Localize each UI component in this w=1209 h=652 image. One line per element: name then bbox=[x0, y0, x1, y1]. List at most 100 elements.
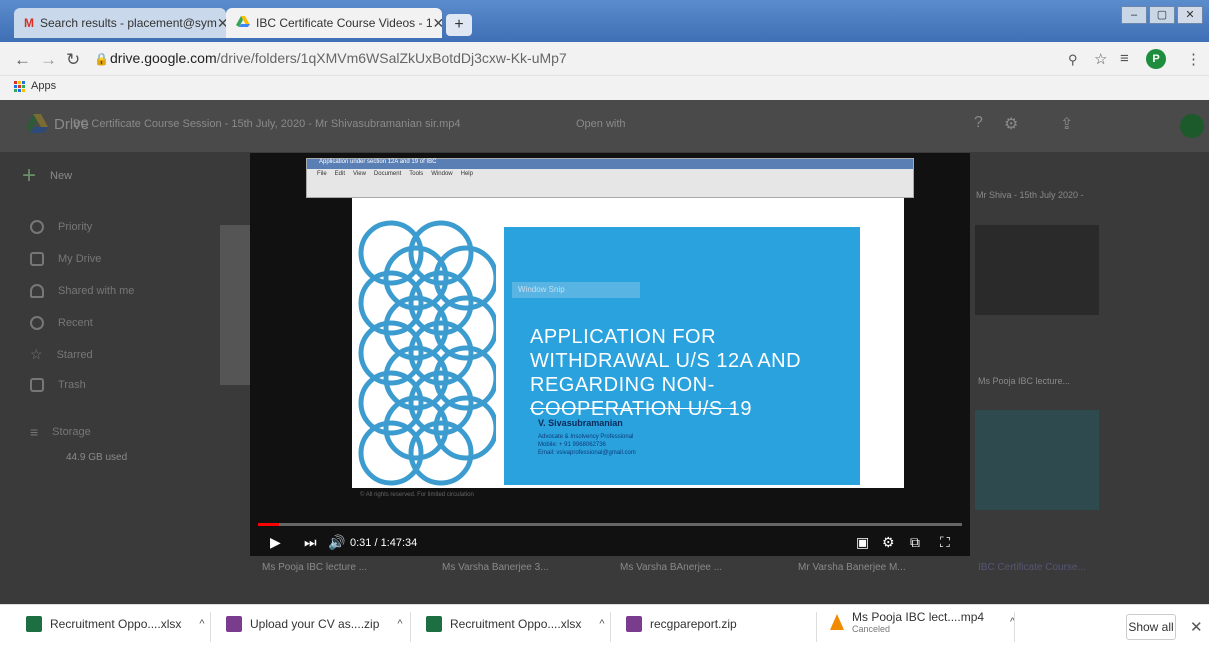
zip-icon bbox=[226, 616, 242, 632]
profile-avatar[interactable]: P bbox=[1146, 49, 1166, 69]
maximize-icon[interactable]: ▢ bbox=[1149, 6, 1175, 24]
help-icon[interactable]: ? bbox=[974, 114, 983, 132]
window-snip-label: Window Snip bbox=[512, 282, 640, 298]
video-progress-bar[interactable] bbox=[258, 523, 962, 526]
reading-list-icon[interactable]: ≡ bbox=[1120, 50, 1129, 67]
preview-file-title: IBC Certificate Course Session - 15th Ju… bbox=[70, 118, 461, 130]
file-thumbnail[interactable] bbox=[220, 225, 252, 385]
close-icon[interactable]: ✕ bbox=[217, 15, 226, 32]
file-label: Mr Varsha Banerjee M... bbox=[798, 562, 906, 573]
chevron-up-icon[interactable]: ^ bbox=[397, 618, 402, 630]
my-drive-icon bbox=[30, 252, 44, 266]
progress-fill bbox=[258, 523, 280, 526]
minimize-icon[interactable]: – bbox=[1121, 6, 1147, 24]
new-tab-button[interactable]: + bbox=[446, 14, 472, 36]
lock-icon: 🔒 bbox=[94, 52, 109, 66]
excel-icon bbox=[426, 616, 442, 632]
new-button[interactable]: + New bbox=[22, 162, 72, 190]
sidebar-item-my-drive[interactable]: My Drive bbox=[30, 252, 101, 266]
tab-drive[interactable]: IBC Certificate Course Videos - 1 ✕ bbox=[226, 8, 442, 38]
tab-title: IBC Certificate Course Videos - 1 bbox=[256, 16, 433, 30]
reload-icon[interactable]: ↻ bbox=[66, 50, 80, 70]
slide-role: Advocate & Insolvency Professional bbox=[538, 434, 634, 440]
close-downloads-icon[interactable]: ✕ bbox=[1190, 618, 1203, 636]
apps-label: Apps bbox=[31, 80, 57, 92]
account-avatar[interactable] bbox=[1180, 114, 1204, 138]
storage-used: 44.9 GB used bbox=[66, 452, 128, 463]
sidebar-item-storage[interactable]: ≡ Storage bbox=[30, 424, 91, 440]
menu-item: Help bbox=[460, 171, 473, 177]
next-icon[interactable]: ⏭ bbox=[304, 534, 317, 551]
download-item[interactable]: Ms Pooja IBC lect....mp4 Canceled ^ bbox=[830, 610, 1015, 634]
pdf-menu: File Edit View Document Tools Window Hel… bbox=[307, 169, 913, 179]
chevron-up-icon[interactable]: ^ bbox=[599, 618, 604, 630]
pdf-viewer-toolbar: Application under section 12A and 19 of … bbox=[306, 158, 914, 198]
menu-item: View bbox=[353, 171, 366, 177]
sidebar-item-starred[interactable]: ☆ Starred bbox=[30, 346, 93, 363]
sidebar-label: Starred bbox=[56, 348, 93, 361]
menu-icon[interactable]: ⋮ bbox=[1186, 50, 1201, 68]
menu-item: Tools bbox=[409, 171, 424, 177]
priority-icon bbox=[30, 220, 44, 234]
file-label: Ms Pooja IBC lecture ... bbox=[262, 562, 368, 573]
zoom-icon[interactable]: ⚲ bbox=[1068, 52, 1078, 68]
forward-icon[interactable]: → bbox=[40, 50, 57, 70]
close-window-icon[interactable]: ✕ bbox=[1177, 6, 1203, 24]
download-item[interactable]: Upload your CV as....zip ^ bbox=[226, 616, 403, 632]
sidebar-item-priority[interactable]: Priority bbox=[30, 220, 92, 234]
download-name: Recruitment Oppo....xlsx bbox=[50, 617, 182, 631]
download-text: Ms Pooja IBC lect....mp4 Canceled bbox=[852, 610, 984, 634]
sidebar-label: Storage bbox=[52, 426, 91, 438]
file-thumbnail[interactable] bbox=[975, 410, 1099, 510]
download-item[interactable]: Recruitment Oppo....xlsx ^ bbox=[426, 616, 605, 632]
gmail-icon: M bbox=[24, 16, 34, 30]
sidebar-item-trash[interactable]: Trash bbox=[30, 378, 86, 392]
sidebar-item-shared[interactable]: Shared with me bbox=[30, 284, 134, 298]
sidebar-item-recent[interactable]: Recent bbox=[30, 316, 93, 330]
sidebar-label: Shared with me bbox=[58, 285, 135, 297]
divider bbox=[410, 612, 411, 642]
pattern-graphic bbox=[358, 220, 496, 486]
time-display: 0:31 / 1:47:34 bbox=[350, 537, 418, 549]
menu-item: File bbox=[317, 171, 327, 177]
download-item[interactable]: recgpareport.zip ^ bbox=[626, 616, 840, 632]
excel-icon bbox=[26, 616, 42, 632]
add-to-drive-icon[interactable]: ⇪ bbox=[1060, 114, 1073, 134]
plus-icon: + bbox=[22, 162, 37, 189]
apps-bookmark[interactable]: Apps bbox=[14, 80, 56, 92]
close-icon[interactable]: ✕ bbox=[433, 15, 442, 32]
volume-icon[interactable]: 🔊 bbox=[328, 534, 345, 551]
zip-icon bbox=[626, 616, 642, 632]
drive-logo-icon bbox=[26, 114, 48, 134]
file-thumbnail[interactable] bbox=[975, 225, 1099, 315]
address-bar[interactable]: drive.google.com/drive/folders/1qXMVm6WS… bbox=[110, 50, 567, 66]
star-icon[interactable]: ☆ bbox=[1094, 50, 1107, 68]
play-icon[interactable]: ▶ bbox=[270, 534, 281, 551]
url-path: /drive/folders/1qXMVm6WSalZkUxBotdDj3cxw… bbox=[216, 50, 567, 66]
divider bbox=[1014, 612, 1015, 642]
chevron-up-icon[interactable]: ^ bbox=[199, 618, 204, 630]
open-with-button[interactable]: Open with bbox=[576, 118, 626, 130]
storage-icon: ≡ bbox=[30, 424, 39, 440]
show-all-button[interactable]: Show all bbox=[1126, 614, 1176, 640]
menu-item: Document bbox=[373, 171, 402, 177]
duration: 1:47:34 bbox=[380, 537, 418, 549]
divider bbox=[610, 612, 611, 642]
bookmarks-bar bbox=[0, 76, 1209, 100]
download-name: Ms Pooja IBC lect....mp4 bbox=[852, 610, 985, 624]
tab-gmail[interactable]: M Search results - placement@sym ✕ bbox=[14, 8, 226, 38]
download-item[interactable]: Recruitment Oppo....xlsx ^ bbox=[26, 616, 205, 632]
back-icon[interactable]: ← bbox=[14, 50, 31, 70]
vlc-icon bbox=[830, 614, 844, 630]
slide-email: Email: vsivaprofessional@gmail.com bbox=[538, 450, 636, 456]
settings-icon[interactable]: ⚙ bbox=[1004, 114, 1018, 134]
apps-grid-icon bbox=[14, 80, 25, 92]
clock-icon bbox=[30, 316, 44, 330]
divider bbox=[210, 612, 211, 642]
fullscreen-icon[interactable]: ⛶ bbox=[940, 534, 950, 551]
captions-icon[interactable]: ▣ bbox=[856, 534, 869, 551]
settings-icon[interactable]: ⚙ bbox=[882, 534, 895, 551]
shared-icon bbox=[30, 284, 44, 298]
miniplayer-icon[interactable]: ⧉ bbox=[910, 534, 920, 551]
download-status: Canceled bbox=[852, 624, 891, 634]
